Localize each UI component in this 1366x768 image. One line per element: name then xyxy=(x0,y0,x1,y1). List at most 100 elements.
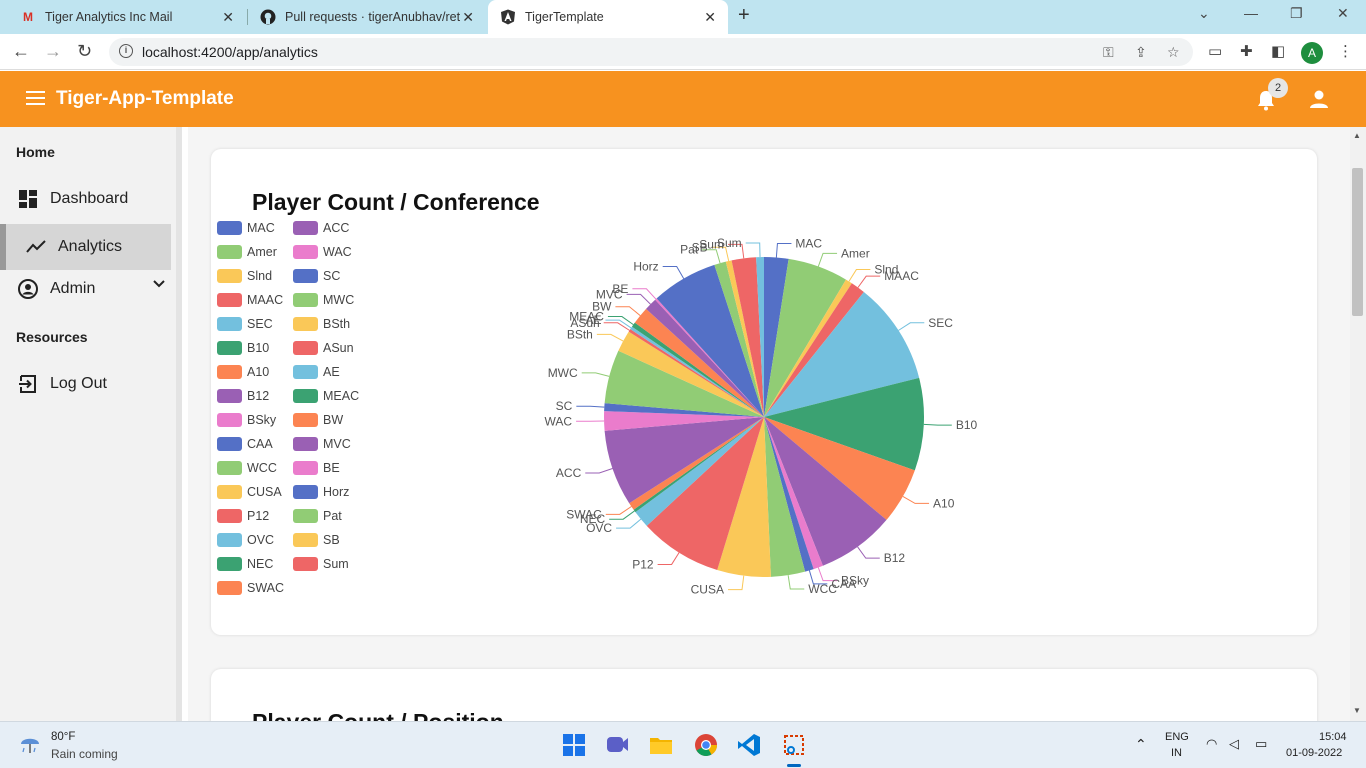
side-panel-icon[interactable]: ◧ xyxy=(1271,42,1285,60)
sidebar-item-logout[interactable]: Log Out xyxy=(0,361,171,407)
show-hidden-icons-chevron[interactable]: ⌃ xyxy=(1135,736,1147,753)
dashboard-icon xyxy=(18,189,38,209)
close-icon[interactable]: ✕ xyxy=(222,9,234,26)
app-header: Tiger-App-Template xyxy=(0,71,1366,127)
new-tab-button[interactable]: + xyxy=(738,4,750,27)
battery-icon[interactable]: ▭ xyxy=(1255,736,1267,752)
pie-label: MAC xyxy=(795,237,822,251)
vscode-icon[interactable] xyxy=(736,732,762,758)
gmail-icon: M xyxy=(23,10,33,24)
pie-label: BE xyxy=(612,282,628,296)
pie-label-line xyxy=(817,252,838,267)
pie-label-line xyxy=(581,372,610,377)
weather-rain-icon[interactable] xyxy=(18,733,44,757)
pie-label: SC xyxy=(556,399,573,413)
pie-label: WAC xyxy=(544,414,572,428)
pie-label: ACC xyxy=(556,466,582,480)
pie-label: SWAC xyxy=(566,507,602,521)
chart-title: Player Count / Position xyxy=(252,709,504,721)
user-icon[interactable] xyxy=(1308,88,1330,110)
scrollbar-thumb[interactable] xyxy=(1352,168,1363,316)
pie-chart: MACAmerSlndMAACSECB10A10B12BSkyCAAWCCCUS… xyxy=(544,236,978,597)
app-title: Tiger-App-Template xyxy=(56,88,234,109)
key-icon[interactable]: ⚿ xyxy=(1103,44,1114,61)
file-explorer-icon[interactable] xyxy=(648,732,674,758)
tab-github[interactable]: Pull requests · tigerAnubhav/reta ✕ xyxy=(248,0,486,34)
sidebar-item-label: Analytics xyxy=(58,238,123,255)
restore-button[interactable]: ❐ xyxy=(1290,5,1303,22)
pie-label: BW xyxy=(592,300,612,314)
minimize-button[interactable]: — xyxy=(1244,5,1258,21)
snipping-tool-icon[interactable] xyxy=(781,732,807,758)
back-icon[interactable]: ← xyxy=(12,41,30,62)
analytics-icon xyxy=(26,237,46,257)
sidebar-resources-heading: Resources xyxy=(16,329,88,345)
share-icon[interactable]: ⇪ xyxy=(1135,44,1147,61)
clock-time[interactable]: 15:04 xyxy=(1319,731,1347,743)
chevron-down-icon[interactable] xyxy=(153,280,165,288)
language-region[interactable]: IN xyxy=(1171,747,1182,759)
sidebar-item-label: Log Out xyxy=(50,375,107,392)
pie-label: B12 xyxy=(884,551,906,565)
scroll-down-arrow[interactable]: ▼ xyxy=(1353,706,1361,715)
pie-label: B10 xyxy=(956,418,978,432)
pie-label-line xyxy=(576,405,605,408)
pie-label-line xyxy=(662,265,685,279)
pie-label-line xyxy=(727,575,745,591)
pie-label: CUSA xyxy=(691,583,724,597)
sidebar-item-analytics[interactable]: Analytics xyxy=(0,224,171,270)
pie-label-line xyxy=(616,518,642,529)
close-icon[interactable]: ✕ xyxy=(704,9,716,26)
pie-label: Sum xyxy=(717,236,742,250)
wifi-icon[interactable]: ◠ xyxy=(1206,736,1217,752)
address-bar[interactable]: i localhost:4200/app/analytics ⚿ ⇪ ☆ xyxy=(109,38,1193,66)
sidebar-home-link[interactable]: Home xyxy=(16,144,55,160)
close-icon[interactable]: ✕ xyxy=(462,9,474,26)
pie-label: MWC xyxy=(548,366,578,380)
volume-icon[interactable]: ◁ xyxy=(1229,736,1239,752)
forward-icon[interactable]: → xyxy=(44,41,62,62)
profile-avatar[interactable]: A xyxy=(1301,42,1323,64)
pie-label-line xyxy=(609,510,635,520)
extensions-icon[interactable]: ✚ xyxy=(1240,42,1253,60)
sidebar: Home Dashboard Analytics Admin Resources… xyxy=(0,127,182,721)
menu-dots-icon[interactable]: ⋮ xyxy=(1338,42,1353,60)
admin-icon xyxy=(18,279,38,299)
tab-title: Tiger Analytics Inc Mail xyxy=(45,10,173,24)
reload-icon[interactable]: ↻ xyxy=(77,41,92,62)
sidebar-item-dashboard[interactable]: Dashboard xyxy=(0,176,171,222)
tab-gmail[interactable]: M Tiger Analytics Inc Mail ✕ xyxy=(8,0,246,34)
chrome-icon[interactable] xyxy=(693,732,719,758)
bookmark-star-icon[interactable]: ☆ xyxy=(1167,44,1180,61)
teams-chat-icon[interactable] xyxy=(604,732,630,758)
pie-label: Horz xyxy=(633,259,658,273)
angular-icon xyxy=(500,9,516,25)
pie-label-line xyxy=(775,243,792,258)
tab-title: Pull requests · tigerAnubhav/reta xyxy=(285,10,460,24)
close-window-button[interactable]: ✕ xyxy=(1337,5,1349,22)
browser-toolbar: ← → ↻ i localhost:4200/app/analytics ⚿ ⇪… xyxy=(0,34,1366,70)
pie-label-line xyxy=(585,468,613,474)
hamburger-menu-icon[interactable] xyxy=(26,91,45,105)
pie-label: SEC xyxy=(928,316,953,330)
site-info-icon[interactable]: i xyxy=(119,44,133,58)
pie-label: WCC xyxy=(808,582,837,596)
windows-start-icon[interactable] xyxy=(561,732,587,758)
pie-label-line xyxy=(657,552,680,565)
pie-label-line xyxy=(923,423,952,426)
pie-label-line xyxy=(857,275,881,288)
sidebar-item-label: Dashboard xyxy=(50,190,129,207)
sidebar-item-admin[interactable]: Admin xyxy=(0,266,171,312)
cast-icon[interactable]: ▭ xyxy=(1208,42,1222,60)
pie-label-line xyxy=(898,322,925,331)
browser-tab-strip: M Tiger Analytics Inc Mail ✕ Pull reques… xyxy=(0,0,1366,34)
language-code[interactable]: ENG xyxy=(1165,731,1189,743)
tab-tigertemplate[interactable]: TigerTemplate ✕ xyxy=(488,0,728,34)
scroll-up-arrow[interactable]: ▲ xyxy=(1353,131,1361,140)
pie-label: MAAC xyxy=(884,269,919,283)
tab-search-icon[interactable]: ⌄ xyxy=(1198,5,1210,22)
clock-date[interactable]: 01-09-2022 xyxy=(1286,747,1342,759)
pie-label-line xyxy=(596,333,624,342)
pie-label-line xyxy=(848,269,871,282)
pie-label: P12 xyxy=(632,557,654,571)
